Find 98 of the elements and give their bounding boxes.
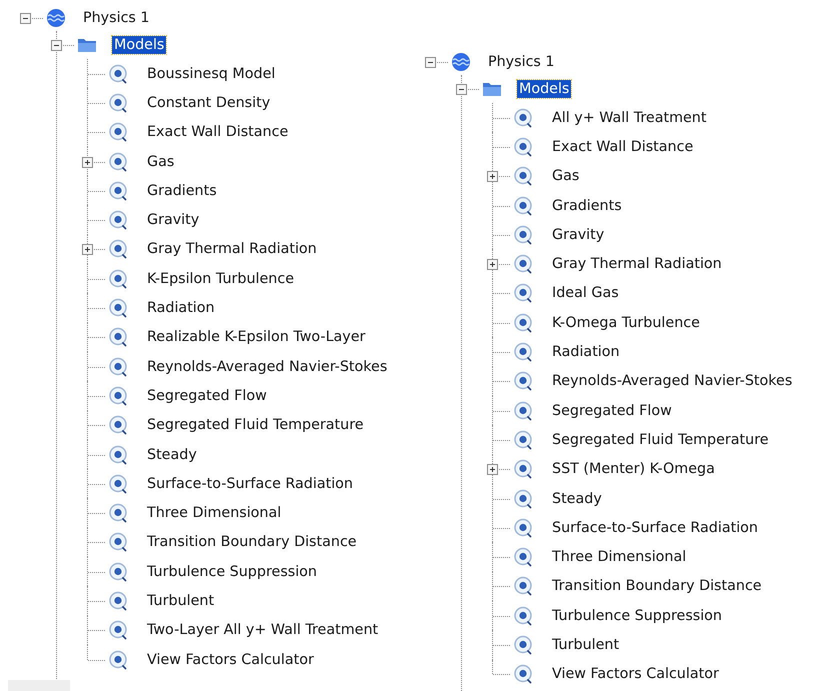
collapse-icon[interactable] — [51, 40, 62, 51]
tree-item[interactable]: Physics 1 — [486, 53, 557, 71]
model-icon — [512, 488, 534, 508]
scrollbar-stub — [8, 680, 70, 691]
model-icon — [512, 283, 534, 304]
model-icon — [107, 386, 129, 406]
model-icon — [512, 547, 534, 568]
expand-icon[interactable] — [487, 171, 498, 182]
tree-item[interactable]: Segregated Fluid Temperature — [550, 430, 771, 449]
model-icon — [512, 136, 534, 157]
model-icon — [107, 180, 129, 201]
tree-item[interactable]: Gas — [145, 152, 176, 171]
model-icon — [107, 474, 129, 494]
model-icon — [512, 196, 534, 216]
expand-icon[interactable] — [487, 259, 498, 270]
model-icon — [512, 430, 534, 450]
model-icon — [107, 650, 129, 670]
tree-item[interactable]: Gravity — [550, 226, 606, 244]
model-icon — [512, 664, 534, 684]
tree-item[interactable]: Segregated Fluid Temperature — [145, 416, 366, 434]
globe-icon — [45, 8, 67, 28]
collapse-icon[interactable] — [425, 57, 436, 68]
model-icon — [107, 210, 129, 230]
model-icon — [512, 312, 534, 333]
model-icon — [512, 166, 534, 186]
model-icon — [107, 562, 129, 582]
tree-item[interactable]: Turbulent — [550, 636, 622, 654]
tree-item[interactable]: Radiation — [550, 343, 622, 362]
tree-item[interactable]: Exact Wall Distance — [145, 123, 290, 142]
model-icon — [107, 92, 129, 113]
tree-item[interactable]: Turbulent — [145, 592, 216, 610]
tree-item[interactable]: All y+ Wall Treatment — [550, 108, 708, 127]
expand-icon[interactable] — [82, 244, 93, 256]
tree-item[interactable]: Turbulence Suppression — [145, 562, 319, 581]
tree-item[interactable]: Radiation — [145, 299, 217, 318]
model-icon — [512, 224, 534, 245]
collapse-icon[interactable] — [20, 13, 31, 24]
tree-item[interactable]: Steady — [550, 490, 604, 508]
model-icon — [512, 459, 534, 480]
expand-icon[interactable] — [487, 464, 498, 476]
tree-item[interactable]: Steady — [145, 446, 199, 464]
tree-item[interactable]: Transition Boundary Distance — [550, 577, 764, 596]
model-icon — [512, 108, 534, 128]
model-icon — [107, 620, 129, 640]
tree-item[interactable]: Reynolds-Averaged Navier-Stokes — [145, 358, 390, 376]
model-icon — [512, 606, 534, 626]
tree-item[interactable]: Segregated Flow — [550, 402, 674, 420]
model-icon — [107, 239, 129, 260]
tree-item[interactable]: Ideal Gas — [550, 284, 621, 302]
tree-item[interactable]: SST (Menter) K-Omega — [550, 460, 717, 478]
tree-item[interactable]: Gas — [550, 167, 582, 186]
model-icon — [107, 503, 129, 524]
tree-item[interactable]: View Factors Calculator — [550, 665, 721, 684]
tree-item[interactable]: Gray Thermal Radiation — [550, 255, 724, 274]
tree-item[interactable]: K-Epsilon Turbulence — [145, 270, 296, 288]
expand-icon[interactable] — [82, 156, 93, 168]
model-icon — [512, 576, 534, 596]
tree-item[interactable]: Gradients — [550, 196, 624, 215]
model-icon — [107, 268, 129, 289]
model-icon — [512, 518, 534, 538]
model-icon — [107, 444, 129, 464]
tree-item[interactable]: Boussinesq Model — [145, 64, 278, 83]
tree-item[interactable]: Gray Thermal Radiation — [145, 240, 319, 258]
model-icon — [512, 254, 534, 274]
tree-item[interactable]: Reynolds-Averaged Navier-Stokes — [550, 372, 794, 390]
tree-item[interactable]: Constant Density — [145, 94, 272, 112]
tree-item[interactable]: Segregated Flow — [145, 386, 269, 405]
model-icon — [107, 298, 129, 318]
tree-item[interactable]: Three Dimensional — [145, 504, 284, 522]
tree-item[interactable]: Transition Boundary Distance — [145, 533, 359, 552]
model-icon — [107, 356, 129, 377]
tree-item[interactable]: Turbulence Suppression — [550, 606, 724, 625]
tree-item[interactable]: Models — [112, 36, 166, 54]
model-icon — [107, 122, 129, 142]
globe-icon — [450, 52, 472, 72]
model-icon — [107, 152, 129, 172]
tree-item[interactable]: Three Dimensional — [550, 548, 688, 566]
tree-item[interactable]: Models — [517, 80, 572, 98]
model-icon — [107, 532, 129, 552]
model-icon — [512, 634, 534, 655]
model-icon — [512, 342, 534, 362]
model-icon — [512, 400, 534, 421]
collapse-icon[interactable] — [456, 84, 467, 95]
model-icon — [512, 371, 534, 392]
model-icon — [107, 590, 129, 611]
tree-item[interactable]: Physics 1 — [81, 9, 152, 27]
tree-item[interactable]: Exact Wall Distance — [550, 138, 696, 156]
model-icon — [107, 327, 129, 348]
model-icon — [107, 64, 129, 84]
tree-item[interactable]: K-Omega Turbulence — [550, 314, 702, 332]
tree-item[interactable]: Gravity — [145, 211, 202, 230]
tree-item[interactable]: Gradients — [145, 182, 219, 200]
tree-item[interactable]: Surface-to-Surface Radiation — [145, 474, 355, 493]
tree-item[interactable]: Surface-to-Surface Radiation — [550, 518, 760, 537]
tree-item[interactable]: Two-Layer All y+ Wall Treatment — [145, 621, 380, 640]
tree-item[interactable]: Realizable K-Epsilon Two-Layer — [145, 328, 368, 346]
model-icon — [107, 415, 129, 436]
tree-item[interactable]: View Factors Calculator — [145, 650, 316, 669]
